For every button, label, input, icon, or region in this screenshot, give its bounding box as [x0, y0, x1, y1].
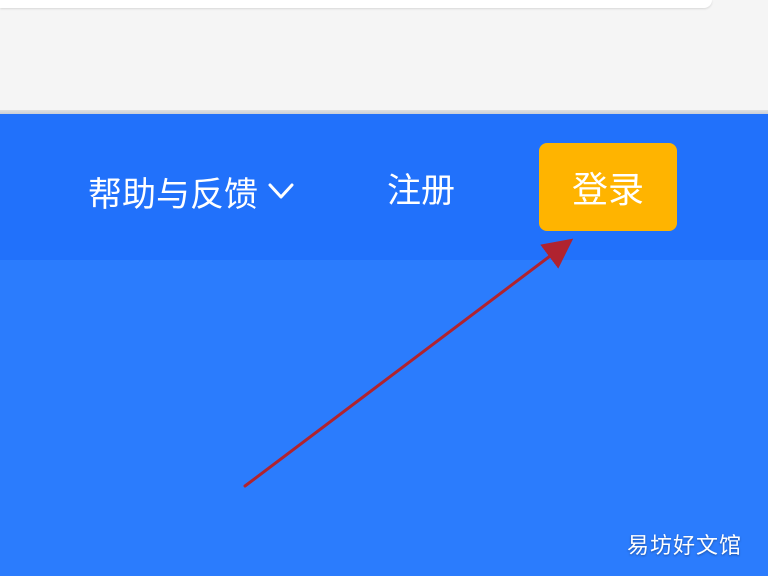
help-feedback-label: 帮助与反馈 [88, 174, 258, 215]
login-button-label: 登录 [571, 170, 644, 211]
register-link[interactable]: 注册 [387, 166, 455, 216]
chevron-down-icon [268, 183, 294, 199]
help-feedback-menu[interactable]: 帮助与反馈 [88, 166, 294, 216]
page: 帮助与反馈 注册 登录 易坊好文馆 [0, 0, 768, 576]
login-button[interactable]: 登录 [539, 143, 677, 231]
browser-top-area [0, 0, 768, 114]
top-navigation: 帮助与反馈 注册 登录 [0, 114, 768, 260]
address-bar-edge [0, 0, 712, 8]
site-watermark: 易坊好文馆 [626, 534, 742, 559]
